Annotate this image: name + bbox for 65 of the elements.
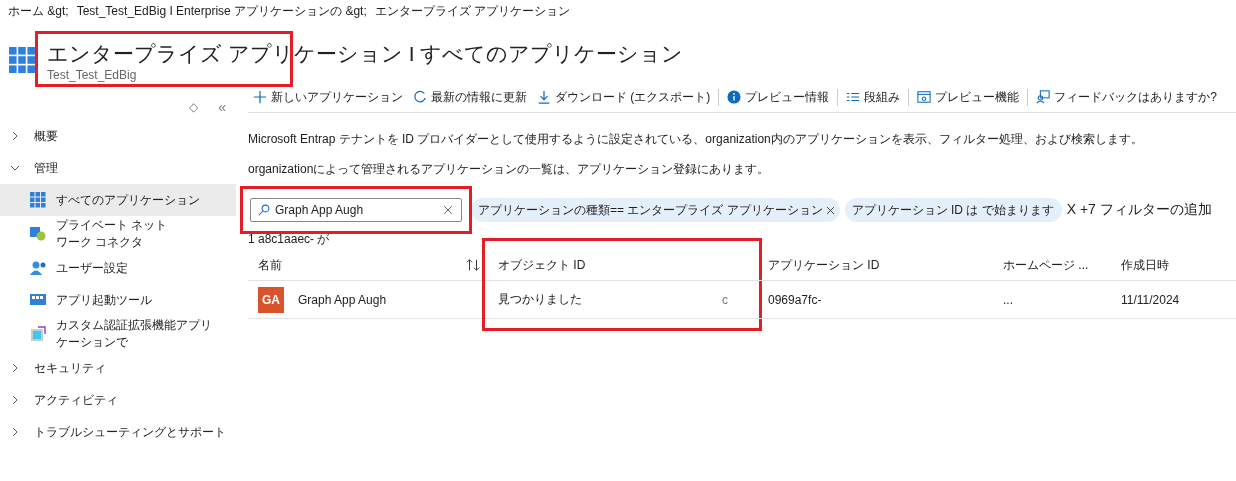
- toolbar-button[interactable]: ダウンロード (エクスポート): [532, 88, 716, 106]
- nav-group[interactable]: 概要: [0, 120, 236, 152]
- nav-item[interactable]: カスタム認証拡張機能アプリケーションで: [0, 316, 236, 352]
- nav-group[interactable]: アクティビティ: [0, 384, 236, 416]
- description-text: organizationによって管理されるアプリケーションの一覧は、アプリケーション登録にあります。: [248, 162, 771, 177]
- nav-item[interactable]: プライベート ネットワーク コネクタ: [0, 216, 236, 252]
- column-header[interactable]: ホームページ ...: [993, 250, 1111, 281]
- breadcrumb-item[interactable]: Test_Test_EdBig I Enterprise アプリケーションの &gt;: [76, 3, 367, 21]
- columns-icon: [846, 90, 861, 104]
- user-icon: [30, 260, 46, 276]
- table-cell: 見つかりました: [498, 291, 582, 308]
- result-count: 1 a8c1aaec- が: [248, 231, 331, 248]
- nav-group[interactable]: トラブルシューティングとサポート: [0, 416, 236, 448]
- info-icon: [727, 90, 742, 104]
- collapse-icon[interactable]: «: [218, 99, 226, 115]
- download-icon: [537, 90, 551, 104]
- toolbar-button[interactable]: 新しいアプリケーション: [248, 88, 408, 106]
- chevron-icon: [10, 427, 20, 437]
- page-title: エンタープライズ アプリケーション I すべてのアプリケーション: [47, 41, 684, 67]
- close-icon[interactable]: [824, 204, 836, 216]
- column-header[interactable]: 名前: [248, 250, 488, 281]
- column-header[interactable]: オブジェクト ID: [488, 250, 758, 281]
- filter-chip[interactable]: アプリケーション ID は で始まります: [844, 198, 1062, 222]
- grid-icon: [30, 192, 46, 208]
- toolbar-button[interactable]: 段組み: [837, 88, 906, 106]
- breadcrumb-item[interactable]: ホーム &gt;: [8, 3, 69, 21]
- chevron-icon: [10, 163, 20, 173]
- nav-item[interactable]: アプリ起動ツール: [0, 284, 236, 316]
- table-cell: c: [722, 292, 728, 307]
- column-header[interactable]: アプリケーション ID: [758, 250, 993, 281]
- toolbar-button[interactable]: 最新の情報に更新: [408, 88, 532, 106]
- toolbar-button[interactable]: プレビュー機能: [908, 88, 1025, 106]
- column-header[interactable]: 作成日時: [1111, 250, 1236, 281]
- chevron-icon: [10, 363, 20, 373]
- breadcrumb-item[interactable]: エンタープライズ アプリケーション: [374, 3, 571, 21]
- toolbar-button[interactable]: フィードバックはありますか?: [1027, 88, 1222, 106]
- chevron-icon: [10, 131, 20, 141]
- description-text: Microsoft Entrap テナントを ID プロバイダーとして使用するように設定されている、organization内のアプリケーションを表示、フィルター処理、および検索します。: [248, 132, 1144, 147]
- grid-icon: [9, 47, 35, 73]
- search-icon: [258, 204, 270, 216]
- nav-item[interactable]: すべてのアプリケーション: [0, 184, 236, 216]
- table-cell: ...: [1003, 292, 1013, 307]
- preview-icon: [917, 90, 932, 104]
- chevron-icon: [10, 395, 20, 405]
- nav-group[interactable]: 管理: [0, 152, 236, 184]
- plus-icon: [253, 90, 267, 104]
- add-filter-button[interactable]: X +7 フィルターの追加: [1066, 201, 1212, 219]
- launcher-icon: [30, 292, 46, 308]
- table-cell[interactable]: Graph App Augh: [298, 292, 387, 307]
- feedback-icon: [1036, 90, 1051, 104]
- extension-icon: [30, 326, 46, 342]
- toolbar-button[interactable]: プレビュー情報: [718, 88, 835, 106]
- sort-icon[interactable]: ◇: [189, 100, 199, 114]
- nav-group[interactable]: セキュリティ: [0, 352, 236, 384]
- nav-item[interactable]: ユーザー設定: [0, 252, 236, 284]
- refresh-icon: [413, 90, 427, 104]
- filter-chip[interactable]: アプリケーションの種類== エンタープライズ アプリケーション: [471, 198, 840, 222]
- connector-icon: [30, 226, 46, 242]
- table-cell: 0969a7fc-: [768, 292, 822, 307]
- table-cell: 11/11/2024: [1121, 292, 1180, 307]
- sort-icon[interactable]: [466, 258, 480, 272]
- tenant-name: Test_Test_EdBig: [47, 68, 138, 82]
- search-field[interactable]: Graph App Augh: [250, 198, 462, 222]
- avatar: GA: [258, 286, 284, 313]
- clear-icon[interactable]: [442, 204, 454, 216]
